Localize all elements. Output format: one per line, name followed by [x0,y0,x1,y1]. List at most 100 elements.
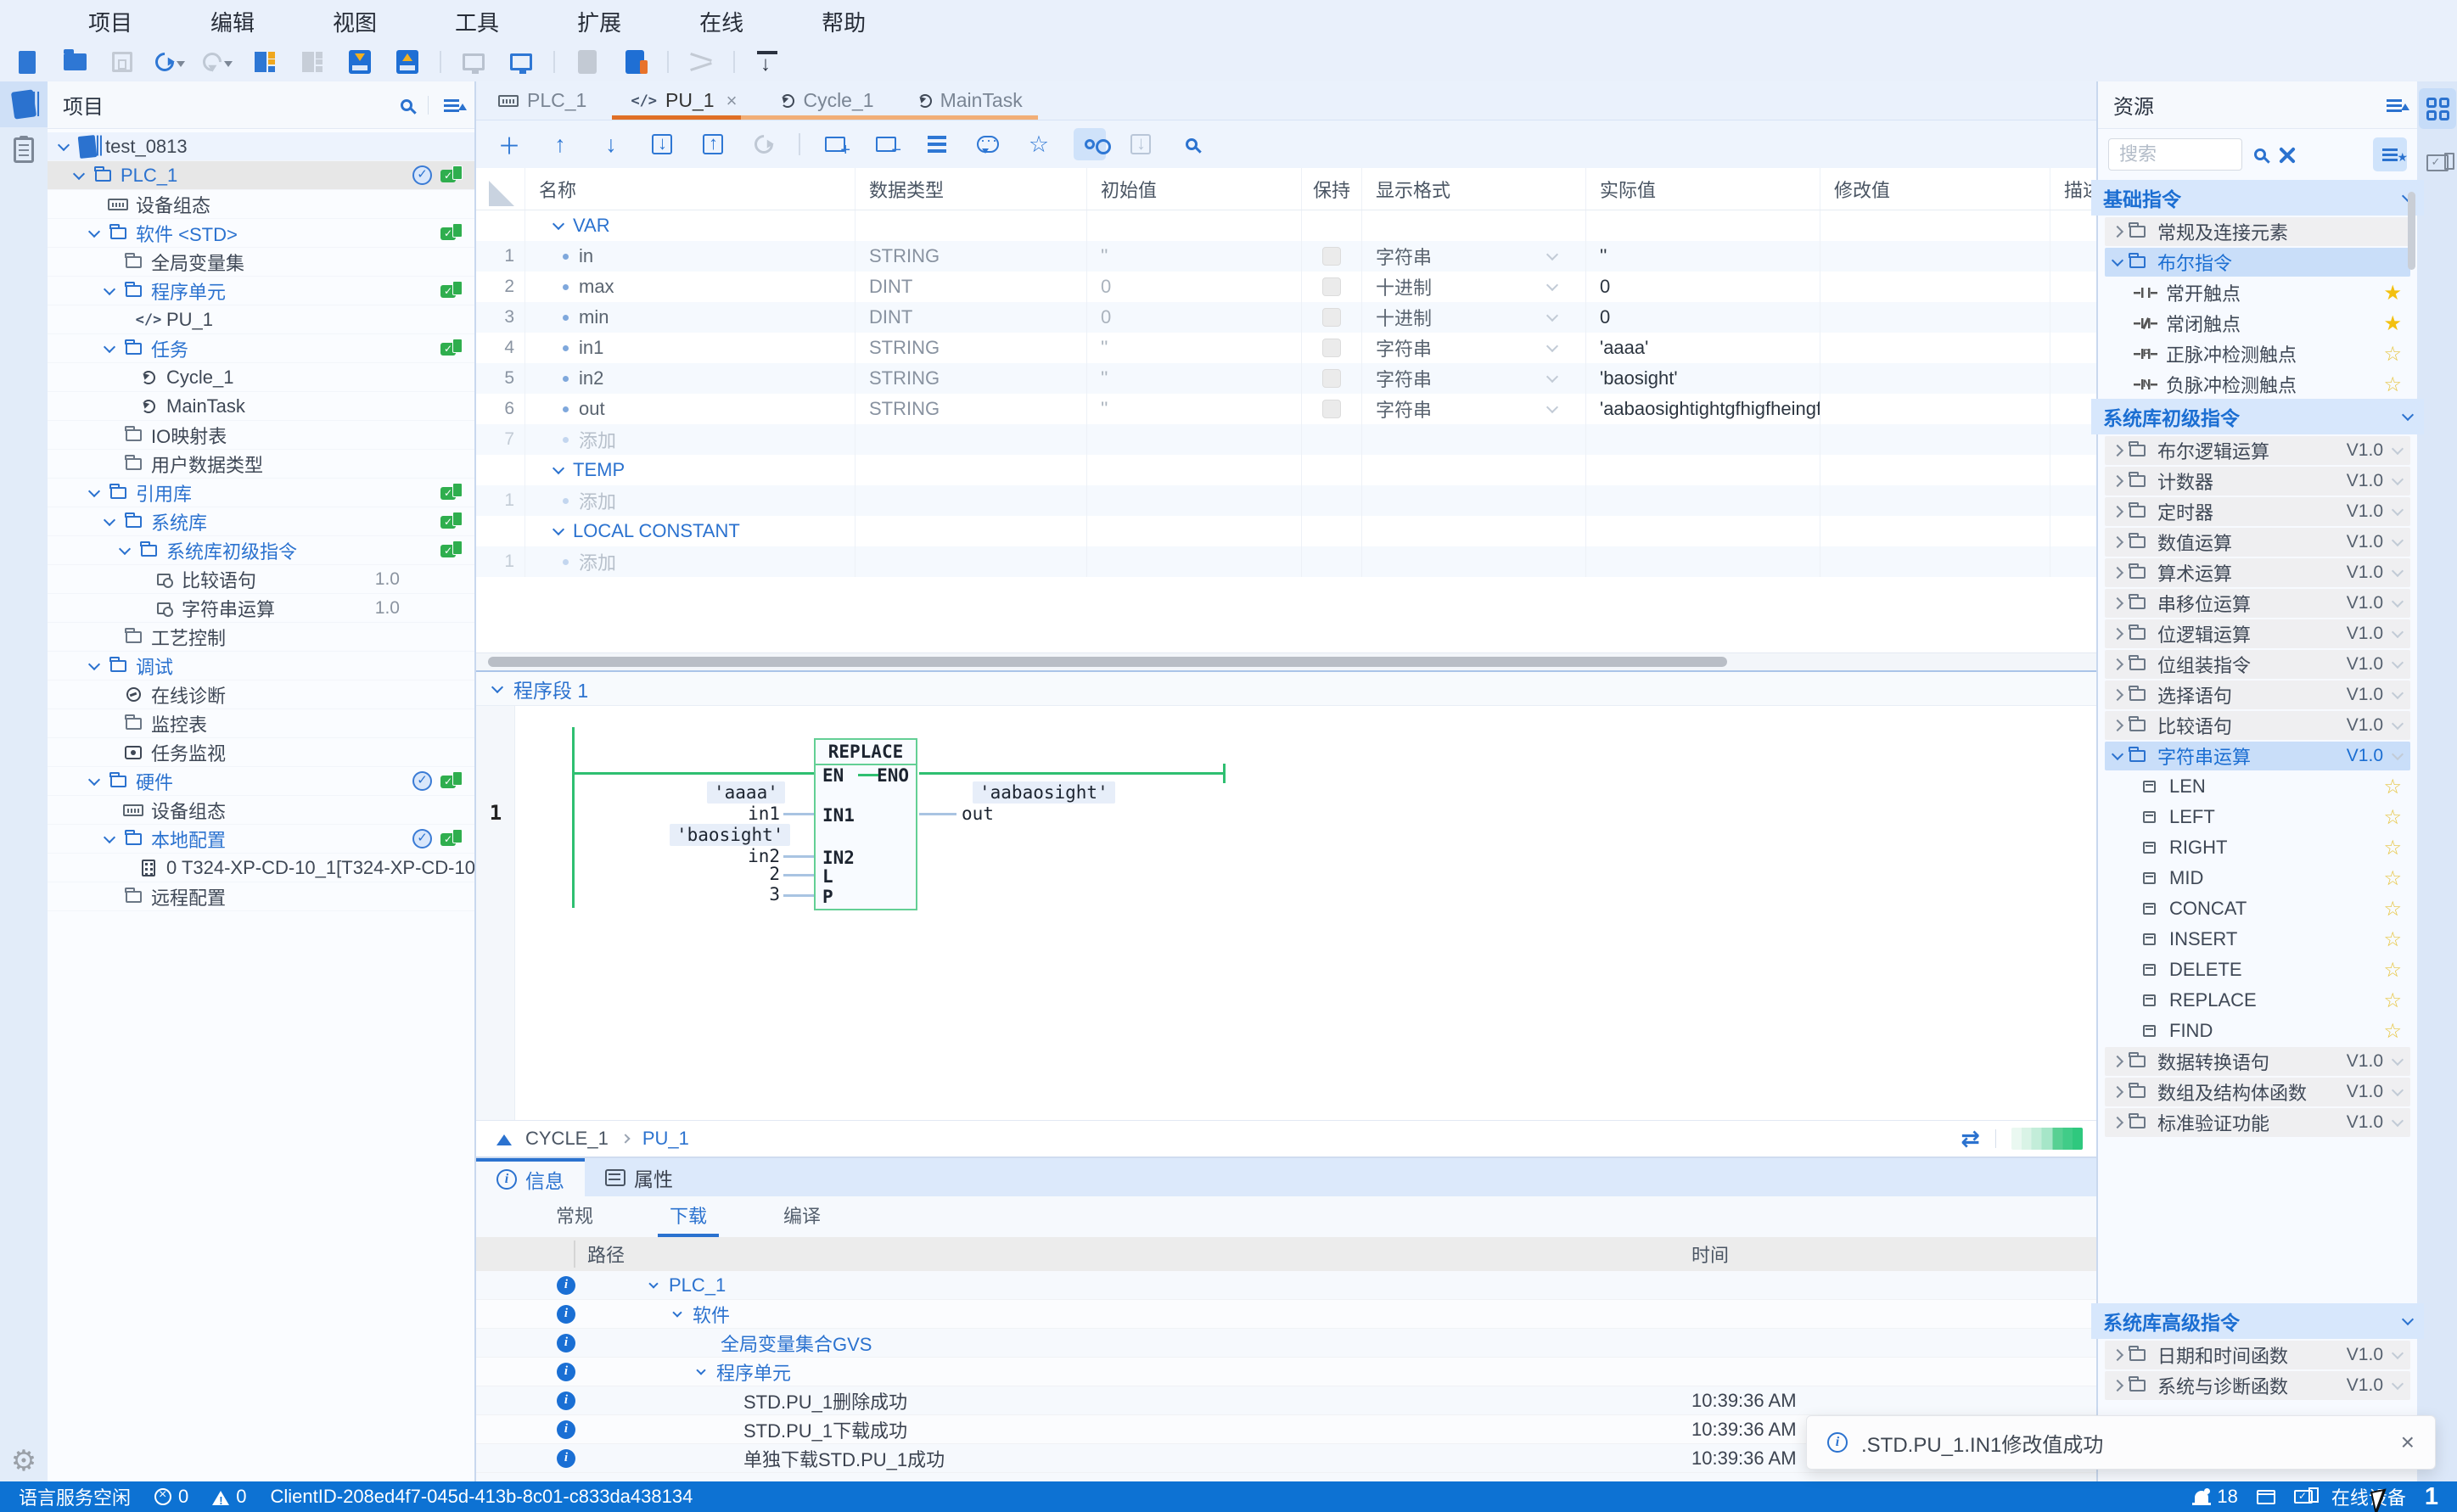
move-up-icon[interactable]: ↑ [544,128,576,160]
chevron-down-icon[interactable] [104,831,115,843]
format-value[interactable]: 字符串 [1376,334,1432,361]
device-rail-button[interactable] [2419,143,2456,183]
tree-item-system-lib[interactable]: 系统库 [48,507,474,536]
var-name[interactable]: max [579,276,614,298]
modify-value[interactable] [1820,241,2050,272]
tree-item-device-config-hw[interactable]: 设备组态 [48,796,474,825]
chevron-down-icon[interactable] [2402,1313,2414,1325]
replace-function-block[interactable]: REPLACE EN ENO IN1 IN2 L P [814,738,917,910]
bell-icon[interactable] [2195,1491,2208,1503]
sort-icon[interactable] [2387,99,2402,111]
star-outline-icon[interactable]: ☆ [2383,927,2402,952]
res-folder[interactable]: 计数器V1.0 [2105,467,2410,496]
tree-item-compare-lib[interactable]: 比较语句1.0 [48,565,474,594]
res-folder[interactable]: 位逻辑运算V1.0 [2105,619,2410,648]
retain-checkbox[interactable] [1322,308,1341,327]
res-folder[interactable]: 日期和时间函数V1.0 [2105,1341,2410,1369]
device-view-icon[interactable] [250,47,280,77]
section-system-lib-basic[interactable]: 系统库初级指令 [2091,399,2424,434]
error-count[interactable]: 0 [178,1486,188,1508]
chevron-right-icon[interactable] [2112,1056,2123,1067]
tree-item-cpu-module[interactable]: 0 T324-XP-CD-10_1[T324-XP-CD-10] [48,854,474,882]
select-all-triangle[interactable] [489,181,514,206]
chevron-down-icon[interactable] [1546,249,1558,260]
favorite-filter-button[interactable] [2373,137,2407,171]
res-instr[interactable]: RIGHT☆ [2105,833,2410,862]
go-online-icon[interactable] [506,47,536,77]
tab-cycle1[interactable]: Cycle_1 [759,81,895,120]
tree-item-global-vars[interactable]: 全局变量集 [48,248,474,277]
insert-row-above-icon[interactable] [819,128,851,160]
chevron-down-icon[interactable] [553,462,564,474]
subtab-general[interactable]: 常规 [544,1196,605,1237]
res-instr[interactable]: DELETE☆ [2105,955,2410,984]
chevron-down-icon[interactable] [2392,535,2404,546]
in1-operand[interactable]: in1 [731,804,780,824]
sort-download-icon[interactable] [752,47,783,77]
open-project-icon[interactable] [59,47,90,77]
star-outline-icon[interactable]: ☆ [2383,866,2402,891]
log-row[interactable]: iPLC_1 [476,1271,2096,1300]
tree-item-user-datatypes[interactable]: 用户数据类型 [48,450,474,479]
res-folder[interactable]: 常规及连接元素 [2105,217,2410,246]
clipboard-rail-button[interactable] [0,127,48,173]
chevron-down-icon[interactable] [491,680,503,692]
res-folder[interactable]: 布尔逻辑运算V1.0 [2105,436,2410,465]
search-input[interactable] [2108,138,2242,171]
format-value[interactable]: 字符串 [1376,243,1432,270]
breadcrumb-pu1[interactable]: PU_1 [642,1128,689,1150]
res-folder[interactable]: 定时器V1.0 [2105,497,2410,526]
chevron-down-icon[interactable] [2392,1378,2404,1390]
chevron-down-icon[interactable] [2392,718,2404,730]
actual-value[interactable]: 0 [1586,302,1820,333]
sort-icon[interactable] [444,99,459,111]
out-actual-value[interactable]: 'aabaosight' [973,781,1115,804]
tree-item-software[interactable]: 软件 <STD> [48,219,474,248]
chevron-down-icon[interactable] [696,1365,705,1375]
new-project-icon[interactable] [12,47,42,77]
settings-gear-icon[interactable]: ⚙ [0,1444,48,1478]
tree-item-ref-libs[interactable]: 引用库 [48,479,474,507]
res-instr[interactable]: INSERT☆ [2105,925,2410,954]
save-icon[interactable] [107,47,137,77]
chevron-down-icon[interactable] [2392,596,2404,608]
comment-icon[interactable] [972,128,1004,160]
log-row[interactable]: i程序单元 [476,1358,2096,1386]
chevron-right-icon[interactable] [2112,597,2123,609]
insert-row-below-icon[interactable] [870,128,902,160]
chevron-down-icon[interactable] [88,658,100,669]
var-type[interactable]: DINT [855,302,1087,333]
chevron-right-icon[interactable] [2112,628,2123,640]
log-row[interactable]: i软件 [476,1300,2096,1329]
close-icon[interactable]: × [2401,1429,2415,1456]
search-icon[interactable] [2254,148,2266,160]
res-folder[interactable]: 数据转换语句V1.0 [2105,1047,2410,1076]
section-basic-instructions[interactable]: 基础指令 [2091,180,2424,216]
chevron-right-icon[interactable] [2112,567,2123,579]
chevron-right-icon[interactable] [2112,720,2123,731]
log-label[interactable]: 单独下载STD.PU_1成功 [743,1445,945,1472]
chevron-down-icon[interactable] [73,167,85,179]
retain-checkbox[interactable] [1322,247,1341,266]
online-device-icon[interactable] [2294,1490,2313,1504]
download-to-plc-icon[interactable] [345,47,375,77]
redo-icon[interactable] [202,47,233,77]
var-init[interactable]: 0 [1087,272,1302,302]
menu-edit[interactable]: 编辑 [171,6,294,37]
close-icon[interactable]: × [726,90,738,112]
res-folder[interactable]: 位组装指令V1.0 [2105,650,2410,679]
row-display-icon[interactable] [921,128,953,160]
tab-plc1[interactable]: PLC_1 [476,81,609,120]
retain-checkbox[interactable] [1322,277,1341,296]
l-operand[interactable]: 2 [761,864,780,884]
description[interactable] [2050,272,2096,302]
chevron-down-icon[interactable] [88,484,100,496]
chevron-down-icon[interactable] [1546,401,1558,413]
chevron-down-icon[interactable] [1546,340,1558,352]
log-label[interactable]: PLC_1 [669,1274,726,1296]
tools-icon[interactable] [2278,146,2295,163]
export-icon[interactable] [697,128,729,160]
var-name[interactable]: in2 [579,367,603,389]
description[interactable] [2050,241,2096,272]
tab-info[interactable]: i信息 [476,1158,585,1196]
